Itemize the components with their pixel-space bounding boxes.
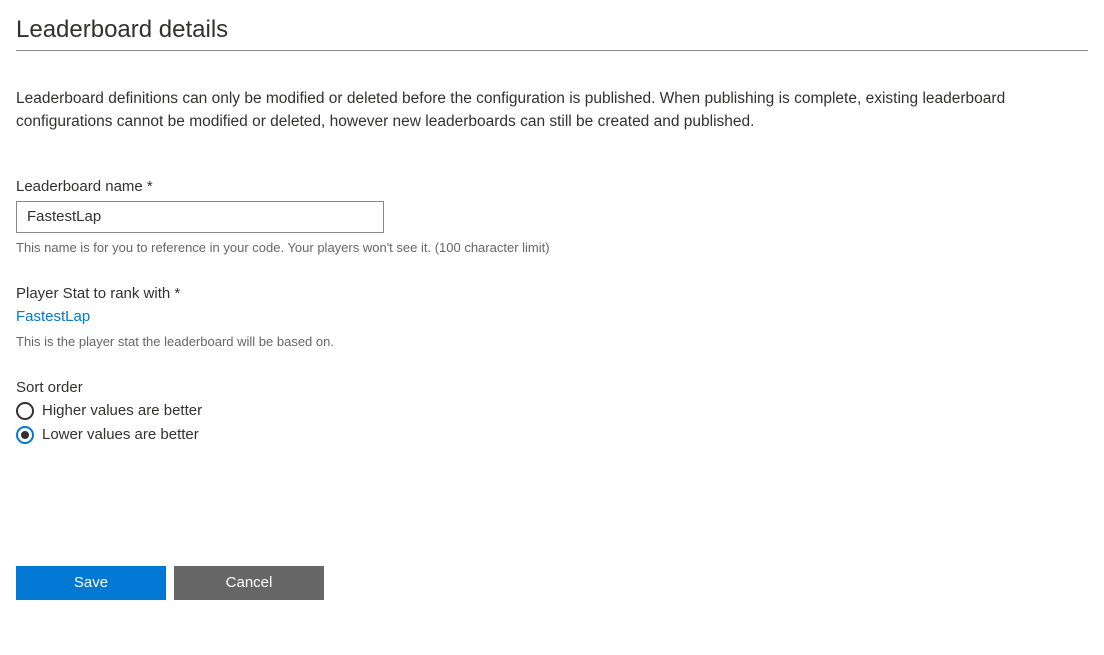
cancel-button[interactable]: Cancel	[174, 566, 324, 600]
name-label: Leaderboard name *	[16, 178, 1088, 195]
radio-lower-label: Lower values are better	[42, 426, 199, 443]
sort-radio-group: Higher values are better Lower values ar…	[16, 400, 1088, 446]
radio-higher-values[interactable]: Higher values are better	[16, 400, 1088, 422]
radio-higher-label: Higher values are better	[42, 402, 202, 419]
page-title: Leaderboard details	[16, 16, 1088, 51]
name-section: Leaderboard name * This name is for you …	[16, 178, 1088, 257]
sort-section: Sort order Higher values are better Lowe…	[16, 379, 1088, 446]
radio-icon	[16, 426, 34, 444]
stat-helper-text: This is the player stat the leaderboard …	[16, 333, 1088, 351]
radio-icon	[16, 402, 34, 420]
radio-lower-values[interactable]: Lower values are better	[16, 424, 1088, 446]
button-row: Save Cancel	[16, 566, 1088, 600]
leaderboard-name-input[interactable]	[16, 201, 384, 233]
stat-section: Player Stat to rank with * FastestLap Th…	[16, 285, 1088, 351]
name-helper-text: This name is for you to reference in you…	[16, 239, 1088, 257]
save-button[interactable]: Save	[16, 566, 166, 600]
page-description: Leaderboard definitions can only be modi…	[16, 87, 1088, 134]
sort-order-label: Sort order	[16, 379, 1088, 396]
stat-label: Player Stat to rank with *	[16, 285, 1088, 302]
player-stat-link[interactable]: FastestLap	[16, 308, 1088, 325]
